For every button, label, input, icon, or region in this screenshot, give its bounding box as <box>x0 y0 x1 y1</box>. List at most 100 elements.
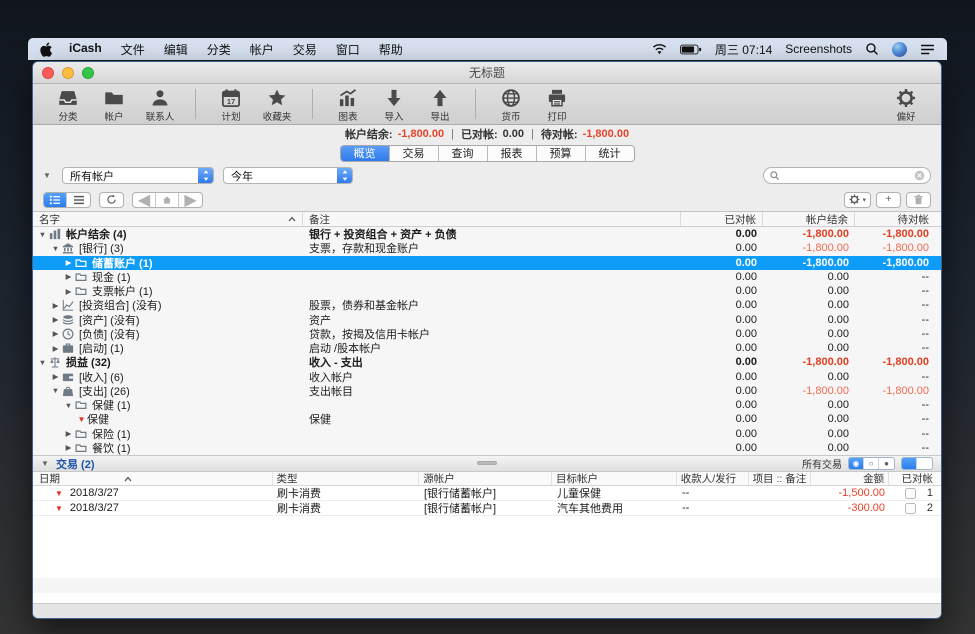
menu-7[interactable]: 帮助 <box>379 41 403 58</box>
account-row[interactable]: ▼损益 (32)收入 - 支出0.00-1,800.00-1,800.00 <box>33 355 941 369</box>
folder-button[interactable]: 帐户 <box>91 88 137 123</box>
forward-button[interactable]: ▶ <box>179 193 202 207</box>
tab-3[interactable]: 报表 <box>488 146 537 161</box>
section-disclosure-icon[interactable]: ▼ <box>41 459 51 468</box>
column-header-reconciled[interactable]: 已对帐 <box>681 212 763 226</box>
expander-icon[interactable]: ▶ <box>50 315 61 324</box>
list-plain-view-button[interactable] <box>67 193 90 207</box>
calendar-button[interactable]: 17计划 <box>208 88 254 123</box>
expander-icon[interactable]: ▼ <box>50 244 61 253</box>
expander-icon[interactable]: ▶ <box>50 301 61 310</box>
globe-button[interactable]: 货币 <box>488 88 534 123</box>
spotlight-icon[interactable] <box>865 42 879 56</box>
menu-1[interactable]: 文件 <box>121 41 145 58</box>
account-row[interactable]: ▶[收入] (6)收入帐户0.000.00-- <box>33 370 941 384</box>
expander-icon[interactable]: ▶ <box>50 372 61 381</box>
wifi-icon[interactable] <box>652 44 667 55</box>
period-filter-popup[interactable]: 今年 <box>223 167 353 184</box>
tray-button[interactable]: 分类 <box>45 88 91 123</box>
refresh-button[interactable] <box>99 192 124 208</box>
filter-cleared-icon[interactable]: ● <box>879 458 894 469</box>
tab-1[interactable]: 交易 <box>390 146 439 161</box>
expander-icon[interactable]: ▶ <box>50 344 61 353</box>
menu-app[interactable]: iCash <box>69 41 102 58</box>
filter-all-icon[interactable]: ◉ <box>849 458 864 469</box>
column-header-type[interactable]: 类型 <box>273 472 420 485</box>
account-row[interactable]: ▶餐饮 (1)0.000.00-- <box>33 441 941 455</box>
add-button[interactable]: + <box>876 192 901 208</box>
export-button[interactable]: 导出 <box>417 88 463 123</box>
siri-icon[interactable] <box>892 42 907 57</box>
expander-icon[interactable]: ▶ <box>63 258 74 267</box>
minimize-button[interactable] <box>62 67 74 79</box>
list-detail-view-button[interactable] <box>44 193 67 207</box>
menu-4[interactable]: 帐户 <box>250 41 274 58</box>
back-button[interactable]: ◀ <box>133 193 156 207</box>
expander-icon[interactable]: ▶ <box>63 429 74 438</box>
tab-4[interactable]: 预算 <box>537 146 586 161</box>
expander-icon[interactable]: ▶ <box>63 287 74 296</box>
column-header-item[interactable]: 项目 :: 备注 <box>749 472 812 485</box>
expander-icon[interactable]: ▼ <box>63 401 74 410</box>
search-input[interactable] <box>783 170 911 182</box>
account-row[interactable]: ▶[启动] (1)启动 /股本帐户0.000.00-- <box>33 341 941 355</box>
account-row[interactable]: ▼帐户结余 (4)银行 + 投资组合 + 资产 + 负债0.00-1,800.0… <box>33 227 941 241</box>
apple-menu-icon[interactable] <box>40 42 55 57</box>
filter-open-icon[interactable]: ○ <box>864 458 879 469</box>
account-row[interactable]: ▶保险 (1)0.000.00-- <box>33 427 941 441</box>
action-menu-button[interactable]: ▾ <box>844 192 871 208</box>
menu-5[interactable]: 交易 <box>293 41 317 58</box>
expander-icon[interactable]: ▶ <box>63 443 74 452</box>
list-detail-view-icon[interactable] <box>902 458 917 469</box>
home-button[interactable] <box>156 193 179 207</box>
capture-app-indicator[interactable]: Screenshots <box>785 42 852 56</box>
expander-icon[interactable]: ▼ <box>37 230 48 239</box>
column-header-amount[interactable]: 金额 <box>811 472 889 485</box>
accounts-filter-popup[interactable]: 所有帐户 <box>62 167 214 184</box>
account-row[interactable]: ▼[银行] (3)支票，存款和现金账户0.00-1,800.00-1,800.0… <box>33 241 941 255</box>
column-header-date[interactable]: 日期 <box>33 472 273 485</box>
column-header-note[interactable]: 备注 <box>303 212 681 226</box>
tab-0[interactable]: 概览 <box>341 146 390 161</box>
expander-icon[interactable]: ▼ <box>37 358 48 367</box>
panel-disclosure-icon[interactable]: ▼ <box>43 171 53 180</box>
transaction-row[interactable]: ▼2018/3/27刷卡消费[银行储蓄帐户]儿童保健---1,500.001 <box>33 486 941 501</box>
preferences-button[interactable]: 偏好 <box>883 88 929 123</box>
account-row[interactable]: ▶[资产] (没有)资产0.000.00-- <box>33 313 941 327</box>
menu-3[interactable]: 分类 <box>207 41 231 58</box>
list-plain-view-icon[interactable] <box>917 458 932 469</box>
account-row[interactable]: ▶[投资组合] (没有)股票，债券和基金帐户0.000.00-- <box>33 298 941 312</box>
column-header-balance[interactable]: 帐户结余 <box>763 212 855 226</box>
splitter-grip[interactable] <box>477 461 497 465</box>
menubar-clock[interactable]: 周三 07:14 <box>715 41 772 58</box>
zoom-button[interactable] <box>82 67 94 79</box>
category-marker-icon[interactable]: ▼ <box>76 415 87 424</box>
import-button[interactable]: 导入 <box>371 88 417 123</box>
transaction-row[interactable]: ▼2018/3/27刷卡消费[银行储蓄帐户]汽车其他费用---300.002 <box>33 501 941 516</box>
chart-button[interactable]: 图表 <box>325 88 371 123</box>
battery-icon[interactable] <box>680 44 702 55</box>
tab-5[interactable]: 统计 <box>586 146 634 161</box>
reconciled-checkbox[interactable] <box>905 503 916 514</box>
column-header-target[interactable]: 目标帐户 <box>552 472 677 485</box>
printer-button[interactable]: 打印 <box>534 88 580 123</box>
account-row[interactable]: ▼保健保健0.000.00-- <box>33 412 941 426</box>
menu-2[interactable]: 编辑 <box>164 41 188 58</box>
expander-icon[interactable]: ▶ <box>50 329 61 338</box>
column-header-reconciled[interactable]: 已对帐 <box>889 472 941 485</box>
clear-search-icon[interactable] <box>914 170 925 181</box>
expander-icon[interactable]: ▼ <box>50 386 61 395</box>
person-button[interactable]: 联系人 <box>137 88 183 123</box>
account-row[interactable]: ▼[支出] (26)支出帐目0.00-1,800.00-1,800.00 <box>33 384 941 398</box>
expander-icon[interactable]: ▶ <box>63 272 74 281</box>
column-header-name[interactable]: 名字 <box>33 212 303 226</box>
star-button[interactable]: 收藏夹 <box>254 88 300 123</box>
column-header-source[interactable]: 源帐户 <box>419 472 552 485</box>
account-row[interactable]: ▶现金 (1)0.000.00-- <box>33 270 941 284</box>
reconciled-checkbox[interactable] <box>905 488 916 499</box>
account-row[interactable]: ▶储蓄账户 (1)0.00-1,800.00-1,800.00 <box>33 256 941 270</box>
account-row[interactable]: ▶支票帐户 (1)0.000.00-- <box>33 284 941 298</box>
tab-2[interactable]: 查询 <box>439 146 488 161</box>
delete-button[interactable] <box>906 192 931 208</box>
column-header-pending[interactable]: 待对帐 <box>855 212 941 226</box>
